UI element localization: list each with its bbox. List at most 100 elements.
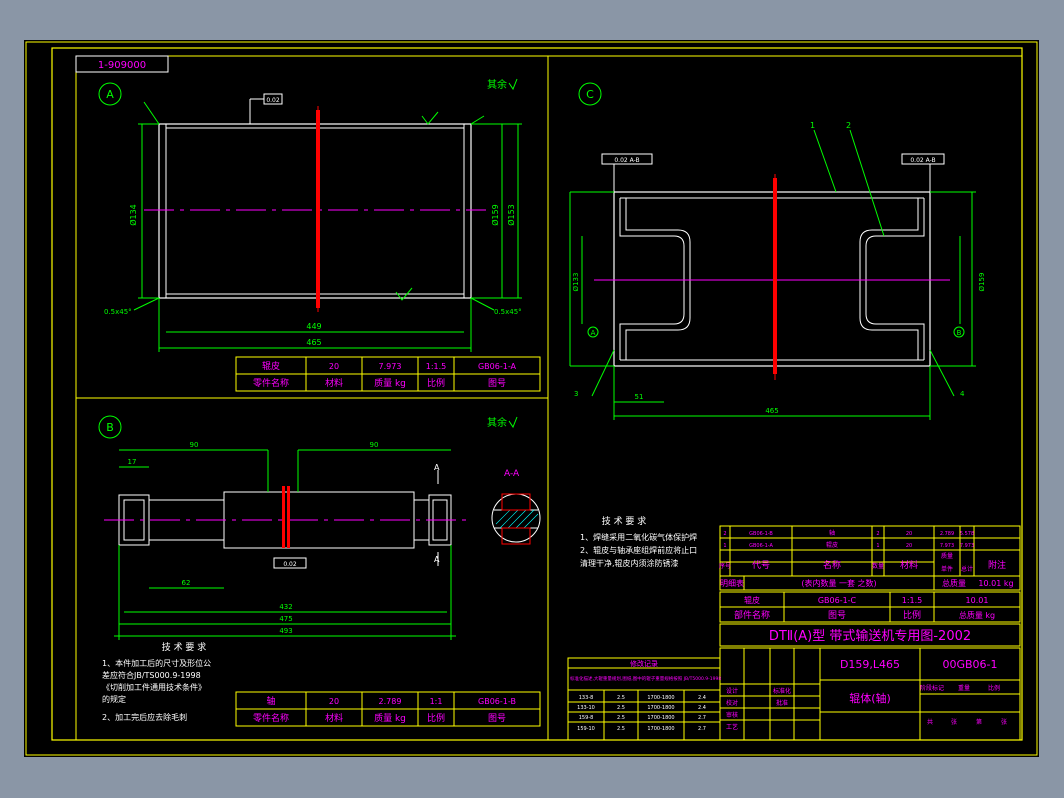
cell: 辊皮 [826, 541, 838, 549]
bearing-seat-left [619, 198, 685, 360]
dim-top-mid: 90 [190, 441, 199, 449]
revision-cell: 2.5 [617, 715, 625, 721]
weld-right: 4 [960, 390, 965, 398]
cell: 图号 [488, 713, 506, 724]
revision-cell: 2.7 [698, 726, 706, 732]
dim-bottom-2: 432 [279, 603, 292, 611]
tech-req-c-line: 1、焊缝采用二氧化碳气体保护焊 [580, 532, 697, 542]
design-row: 设计 [726, 687, 738, 695]
dim-left-dia: Ø134 [128, 204, 138, 226]
callout-left: 0.5x45° [104, 308, 132, 316]
drawing-code: 00GB06-1 [942, 658, 997, 671]
dim-bottom-3: 475 [279, 615, 292, 623]
datum-a: A [591, 329, 596, 337]
dim-bottom-1: 51 [635, 393, 644, 401]
design-row: 工艺 [726, 723, 738, 731]
cell: 部件名称 [734, 609, 770, 621]
stage-label: 阶段标记 [920, 684, 944, 692]
section-hatch [495, 509, 539, 529]
header-cell: 材料 [900, 559, 918, 571]
roller-outline [613, 191, 931, 367]
revision-cell: 2.4 [698, 695, 706, 701]
tech-req-c-line: 2、辊皮与轴承座组焊前应将止口 [580, 545, 697, 555]
section-cut-b [287, 486, 290, 548]
cell: 质量 kg [374, 377, 406, 389]
cell: 材料 [325, 377, 343, 389]
revision-title: 修改记录 [630, 659, 658, 668]
view-b-label: B [106, 421, 114, 434]
header-cell: 数量 [872, 562, 884, 570]
stage-label: 重量 [958, 684, 970, 692]
bearing-seat-right-outer [859, 198, 919, 360]
sheet-label: 张 [1001, 718, 1007, 726]
cell: 比例 [427, 712, 445, 724]
view-b-roughness-rest: 其余 [487, 416, 507, 429]
cell: 质量 kg [374, 712, 406, 724]
cad-drawing: 1-909000 A 其余 449 465 Ø134 Ø159 Ø153 0.5… [25, 41, 1038, 756]
dim-right-dia: Ø159 [490, 204, 500, 226]
callout-leader [813, 129, 837, 193]
title-block-a: 辊皮 20 7.973 1:1.5 GB06-1-A 零件名称 材料 质量 kg… [235, 356, 541, 392]
cell: GB06-1-A [749, 543, 773, 549]
cell: 2 [876, 531, 879, 537]
cell: 20 [329, 362, 339, 371]
tech-req-b-line: 差应符合JB/TS000.9-1998 [102, 670, 201, 680]
revision-cell: 2.5 [617, 695, 625, 701]
view-a-label: A [106, 88, 114, 101]
drawing-name: 辊体(轴) [849, 691, 891, 705]
revision-cell: 159-8 [579, 715, 594, 721]
tol-box-value: 0.02 [266, 97, 280, 104]
section-title: A-A [504, 469, 520, 479]
dim-bottom-total: 465 [306, 338, 321, 347]
dim-right: Ø159 [978, 273, 986, 292]
tech-req-b: 技 术 要 求 1、本件加工后的尺寸及形位公 差应符合JB/TS000.9-19… [102, 641, 211, 722]
tech-req-b-line: 1、本件加工后的尺寸及形位公 [102, 658, 211, 668]
revision-block: 修改记录 标准化描述,大辊重量规划,图纸,图中的辊子重量规格按照 JB/T500… [567, 657, 721, 741]
tech-req-b-title: 技 术 要 求 [162, 641, 207, 653]
header-cell: 附注 [988, 559, 1006, 571]
cell: 2.789 [940, 531, 954, 537]
section-mark-bottom: A [434, 555, 440, 564]
callout-1: 1 [810, 121, 815, 130]
leader [470, 115, 485, 125]
datum-b: B [957, 329, 962, 337]
dim-left: Ø133 [572, 273, 580, 292]
roughness-symbol-icon [508, 416, 518, 429]
cell: 7.973 [940, 543, 954, 549]
cell: 10.01 [966, 596, 989, 605]
cell: 2.789 [379, 697, 402, 706]
cell: GB06-1-C [818, 596, 857, 605]
header-cell: 单件 [941, 565, 953, 573]
parts-list: 2 GB06-1-B 轴 2 20 2.789 5.578 1 GB06-1-A… [719, 525, 1021, 623]
view-c: C 1 2 0.02 A-B 0.02 A-B Ø133 Ø159 A B 51… [569, 82, 986, 420]
weld-left: 3 [574, 390, 578, 398]
header-cell: 名称 [823, 559, 841, 571]
roughness-symbol-icon [508, 78, 518, 91]
weld-leader [591, 349, 615, 397]
code-block: D159,L465 00GB06-1 辊体(轴) 阶段标记 重量 比例 共 张 … [719, 647, 1021, 741]
bearing-seat-left-outer [625, 198, 691, 360]
cell: 7.973 [379, 362, 402, 371]
tech-req-c: 技 术 要 求 1、焊缝采用二氧化碳气体保护焊 2、辊皮与轴承座组焊前应将止口 … [580, 515, 697, 568]
cell: GB06-1-B [478, 697, 516, 706]
dim-top-left: 17 [128, 458, 137, 466]
sheet-label: 共 [927, 718, 933, 726]
design-row: 审核 [726, 711, 738, 719]
cell: 零件名称 [253, 712, 289, 724]
header-cell: 序号 [719, 562, 731, 570]
cell: 比例 [427, 377, 445, 389]
callout-leader [849, 129, 885, 237]
cell: 1 [876, 543, 879, 549]
callout-right: 0.5x45° [494, 308, 522, 316]
design-row: 批准 [776, 699, 788, 707]
leader [143, 101, 160, 125]
section-mark-top: A [434, 463, 440, 472]
view-b: B 其余 0.02 17 90 90 62 432 475 493 A A A-… [98, 415, 541, 640]
revision-cell: 1700-1800 [647, 726, 674, 732]
cell: 图号 [828, 610, 846, 621]
cell: 比例 [903, 609, 921, 621]
cell: 1 [723, 543, 726, 549]
view-a: A 其余 449 465 Ø134 Ø159 Ø153 0.5x45° 0.5x… [98, 78, 522, 352]
cell: 零件名称 [253, 377, 289, 389]
design-row: 校对 [726, 699, 738, 707]
